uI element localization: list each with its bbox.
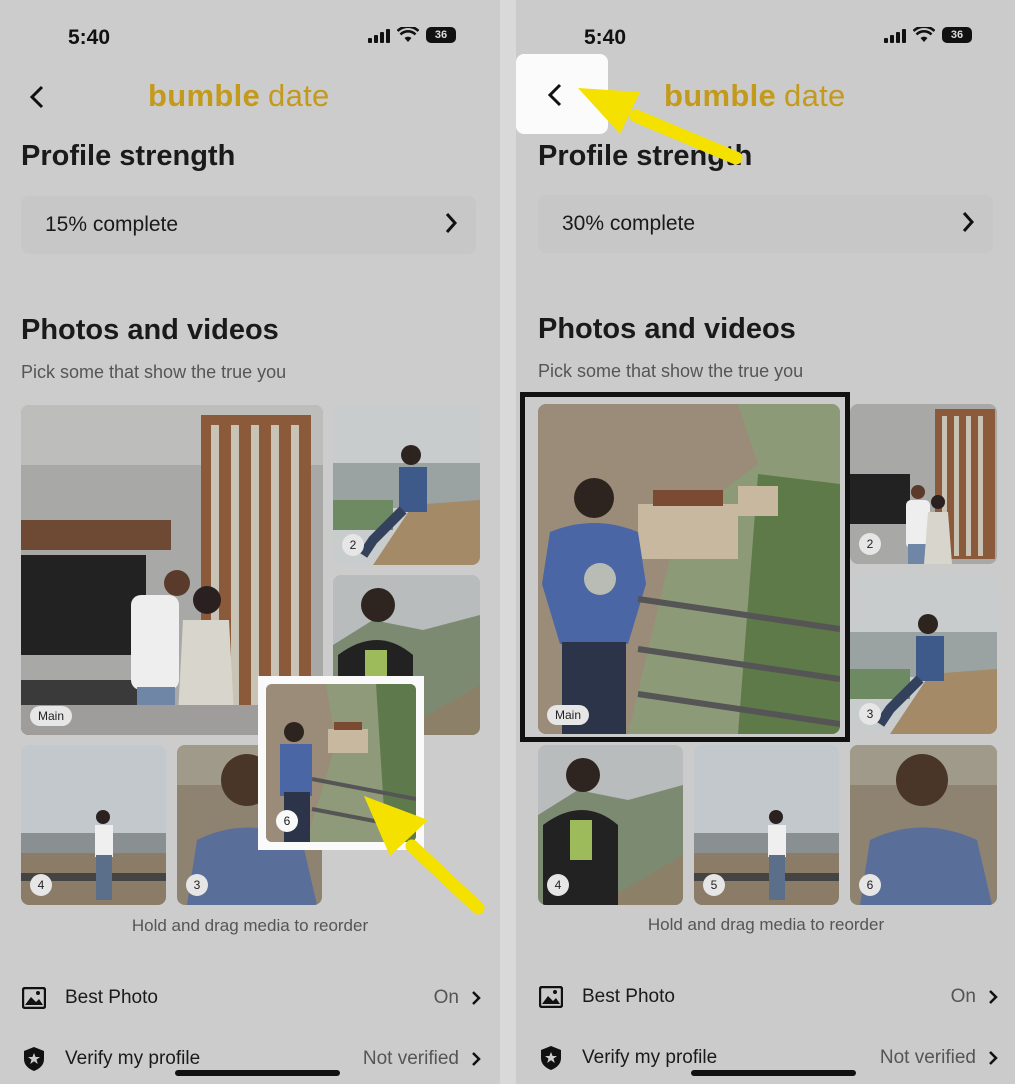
setting-label: Verify my profile (65, 1048, 201, 1069)
image-icon (21, 985, 47, 1011)
back-button[interactable] (538, 78, 572, 112)
best-photo-row[interactable]: Best Photo On (538, 982, 998, 1012)
status-icons: 36 (884, 27, 972, 43)
profile-strength-heading: Profile strength (21, 140, 236, 172)
tile-number: 6 (276, 810, 298, 832)
profile-strength-card[interactable]: 15% complete (21, 196, 476, 254)
profile-strength-heading: Profile strength (538, 140, 753, 172)
tile-number: 3 (186, 874, 208, 896)
battery-icon: 36 (942, 27, 972, 43)
status-icons: 36 (368, 27, 456, 43)
battery-icon: 36 (426, 27, 456, 43)
photo-tile-3[interactable]: 3 (850, 574, 997, 734)
tile-number: 5 (703, 874, 725, 896)
photos-heading: Photos and videos (538, 313, 796, 345)
status-time: 5:40 (68, 26, 111, 49)
main-photo-highlight-frame (520, 392, 850, 742)
photo-tile-6[interactable]: 6 (850, 745, 997, 905)
logo-word-2: date (784, 78, 846, 113)
tile-number: 4 (30, 874, 52, 896)
app-logo: bumble date (664, 78, 846, 114)
right-screen: 5:40 36 bumble date Profile strength 30% … (516, 0, 1015, 1084)
verify-profile-row[interactable]: Verify my profile Not verified (538, 1043, 998, 1073)
back-button[interactable] (20, 80, 54, 114)
photos-subtitle: Pick some that show the true you (538, 361, 804, 381)
panel-divider (500, 0, 516, 1084)
tile-number: 4 (547, 874, 569, 896)
photos-heading: Photos and videos (21, 314, 279, 346)
setting-value: On (433, 987, 459, 1008)
logo-word-1: bumble (148, 78, 261, 113)
chevron-right-icon (962, 212, 975, 232)
setting-value: On (950, 986, 976, 1007)
setting-label: Best Photo (65, 987, 158, 1008)
reorder-hint: Hold and drag media to reorder (131, 916, 369, 935)
shield-star-icon (21, 1046, 47, 1072)
tile-number: 6 (859, 874, 881, 896)
wifi-icon (397, 27, 419, 42)
chevron-right-icon (472, 1052, 481, 1066)
wifi-icon (913, 27, 935, 42)
home-indicator (175, 1070, 340, 1076)
photo-tile-2[interactable]: 2 (333, 405, 480, 565)
signal-icon (368, 27, 390, 43)
image-icon (538, 984, 564, 1010)
chevron-right-icon (989, 990, 998, 1004)
progress-text: 30% complete (562, 212, 696, 235)
photo-tile-4[interactable]: 4 (538, 745, 683, 905)
setting-label: Verify my profile (582, 1047, 718, 1068)
home-indicator (691, 1070, 856, 1076)
chevron-right-icon (989, 1051, 998, 1065)
setting-label: Best Photo (582, 986, 675, 1007)
setting-value: Not verified (362, 1048, 459, 1069)
tile-number: 2 (342, 534, 364, 556)
left-screen: 5:40 36 bumble date Profile strength 15% … (0, 0, 500, 1084)
tile-number: 2 (859, 533, 881, 555)
tile-number: 3 (859, 703, 881, 725)
photos-subtitle: Pick some that show the true you (21, 362, 287, 382)
signal-icon (884, 27, 906, 43)
progress-text: 15% complete (45, 213, 179, 236)
photo-tile-5[interactable]: 5 (694, 745, 839, 905)
dragging-photo[interactable]: 6 (258, 676, 424, 850)
reorder-hint: Hold and drag media to reorder (647, 915, 885, 934)
app-logo: bumble date (148, 78, 330, 114)
photo-tile-2[interactable]: 2 (850, 404, 997, 564)
shield-star-icon (538, 1045, 564, 1071)
profile-strength-card[interactable]: 30% complete (538, 195, 993, 253)
chevron-right-icon (445, 213, 458, 233)
chevron-left-icon (547, 83, 562, 107)
logo-word-1: bumble (664, 78, 777, 113)
main-photo-badge: Main (30, 706, 73, 726)
chevron-left-icon (29, 85, 44, 109)
best-photo-row[interactable]: Best Photo On (21, 983, 481, 1013)
chevron-right-icon (472, 991, 481, 1005)
status-time: 5:40 (584, 26, 627, 49)
setting-value: Not verified (879, 1047, 976, 1068)
logo-word-2: date (268, 78, 330, 113)
photo-tile-4[interactable]: 4 (21, 745, 166, 905)
